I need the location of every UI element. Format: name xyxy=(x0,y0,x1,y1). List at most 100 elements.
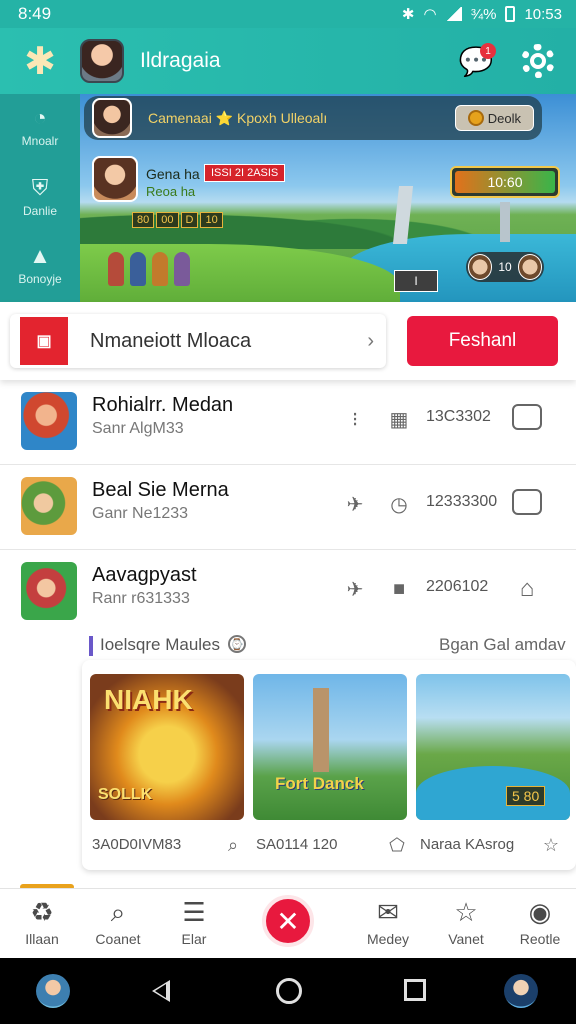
wifi-icon: ◠ xyxy=(423,6,437,23)
game-subtitle: Ranr r631333 xyxy=(92,590,190,607)
player-tag: ISSI 2I 2ASIS xyxy=(204,164,286,182)
game-title: Aavagpyast xyxy=(92,564,197,586)
nav-label: Illaan xyxy=(25,931,59,947)
nav-label: Elar xyxy=(181,931,207,947)
game-subtitle: Sanr AlgM33 xyxy=(92,420,184,437)
list-item[interactable]: Rohialrr. Medan Sanr AlgM33 ⁝ ▦ 13C3302 xyxy=(0,380,576,465)
rail-item-chat[interactable]: ◔ Mnoalr xyxy=(0,105,80,149)
tile-title: NIAHK xyxy=(104,684,193,715)
game-title: Beal Sie Merna xyxy=(92,479,229,501)
close-button[interactable]: ✕ xyxy=(262,895,314,947)
rocket-icon[interactable]: ✈ xyxy=(342,491,368,517)
status-clock: 10:53 xyxy=(524,5,562,23)
nav-label: Reotle xyxy=(519,931,561,947)
rocket-icon[interactable]: ✈ xyxy=(342,576,368,602)
hero-avatar xyxy=(468,254,493,280)
rail-label: Danlie xyxy=(22,204,58,218)
signal-icon xyxy=(445,7,462,21)
tower-art xyxy=(313,688,329,772)
recycle-icon: ♻ xyxy=(30,897,54,927)
unit-figure xyxy=(152,252,168,286)
search-box[interactable]: ▣ Nmaneiott Mloaca › xyxy=(10,314,386,368)
hero-count: 10 xyxy=(498,260,512,274)
nav-item-favorites[interactable]: ☆ Vanet xyxy=(426,897,506,947)
recent-apps-icon[interactable] xyxy=(404,979,426,1001)
timer-icon[interactable]: ◷ xyxy=(386,491,412,517)
banner-strip-button-label: Deolk xyxy=(487,110,521,126)
game-banner[interactable]: Camenaai ⭐ Kpoxh Ulleoalı Deolk Gena ha … xyxy=(80,94,576,302)
chevron-right-icon[interactable]: › xyxy=(367,330,374,353)
search-icon: ⌕ xyxy=(110,897,126,927)
rail-item-shield[interactable]: ⛨ Danlie xyxy=(0,176,80,219)
primary-action-button[interactable]: Feshanl xyxy=(407,316,558,366)
profile-icon: ◉ xyxy=(528,897,552,927)
game-number: 13C3302 xyxy=(426,408,491,425)
tile-label: SA0114 120 xyxy=(256,836,338,853)
rail-item-tent[interactable]: ▲ Bonoyje xyxy=(0,244,80,287)
stat-chip: 10 xyxy=(200,212,223,228)
app-shortcut-avatar[interactable] xyxy=(36,974,70,1008)
side-rail: ◔ Mnoalr ⛨ Danlie ▲ Bonoyje xyxy=(0,94,80,302)
player-avatar[interactable] xyxy=(92,156,138,202)
recommended-tile[interactable]: Fort Danck xyxy=(253,674,407,820)
home-button-icon[interactable] xyxy=(276,978,302,1004)
list-item[interactable]: Aavagpyast Ranr r631333 ✈ ■ 2206102 ⌂ xyxy=(0,550,576,635)
system-nav-bar xyxy=(0,958,576,1024)
hero-pair[interactable]: 10 xyxy=(466,252,544,282)
coin-icon xyxy=(467,110,484,126)
nav-item-menu[interactable]: ☰ Elar xyxy=(154,897,234,947)
square-icon[interactable]: ■ xyxy=(386,576,412,602)
app-logo-icon[interactable]: ✱ xyxy=(20,41,60,83)
bag-icon[interactable]: ▦ xyxy=(386,406,412,432)
nav-item-home[interactable]: ♻ Illaan xyxy=(2,897,82,947)
chat-icon: ◔ xyxy=(33,105,47,130)
see-all-link[interactable]: Bgan Gal amdav xyxy=(439,635,566,655)
nav-item-search[interactable]: ⌕ Coanet xyxy=(78,897,158,947)
bottom-nav: ♻ Illaan ⌕ Coanet ☰ Elar ✕ ✉ Medey ☆ Van… xyxy=(0,888,576,958)
star-icon[interactable]: ☆ xyxy=(540,834,562,856)
search-icon[interactable]: ⌕ xyxy=(222,834,244,856)
app-title: Ildragaia xyxy=(140,49,221,72)
tile-title: Fort Danck xyxy=(275,774,364,793)
unit-figure xyxy=(174,252,190,286)
stat-chip: 00 xyxy=(156,212,179,228)
banner-top-strip: Camenaai ⭐ Kpoxh Ulleoalı Deolk xyxy=(84,96,542,140)
chat-bubble-icon[interactable] xyxy=(512,404,542,430)
game-subtitle: Ganr Ne1233 xyxy=(92,505,189,522)
slot-chip[interactable]: I xyxy=(394,270,438,292)
settings-button[interactable] xyxy=(516,39,560,83)
recommended-title: Ioelsqre Maules xyxy=(100,635,221,654)
home-icon[interactable]: ⌂ xyxy=(514,575,540,602)
nav-label: Medey xyxy=(366,931,410,947)
info-icon[interactable]: ⌚ xyxy=(228,635,246,653)
banner-strip-text: Camenaai ⭐ Kpoxh Ulleoalı xyxy=(148,109,328,126)
stat-chip: D xyxy=(180,212,199,228)
message-icon[interactable] xyxy=(512,489,542,515)
status-time: 8:49 xyxy=(18,4,52,23)
gear-icon xyxy=(521,44,555,78)
app-bar: ✱ Ildragaia 💬 1 xyxy=(0,28,576,94)
recommended-tile[interactable]: NIAHK SOLLK xyxy=(90,674,244,820)
rail-label: Mnoalr xyxy=(21,134,59,148)
nav-item-inbox[interactable]: ✉ Medey xyxy=(348,897,428,947)
list-item[interactable]: Beal Sie Merna Ganr Ne1233 ✈ ◷ 12333300 xyxy=(0,465,576,550)
notification-button[interactable]: 💬 1 xyxy=(454,39,498,83)
recommended-tile[interactable]: 5 80 xyxy=(416,674,570,820)
grip-icon[interactable]: ⁝ xyxy=(342,406,368,432)
banner-strip-button[interactable]: Deolk xyxy=(454,105,534,131)
tag-icon[interactable]: ⬠ xyxy=(386,834,408,856)
game-number: 2206102 xyxy=(426,578,489,595)
nav-item-profile[interactable]: ◉ Reotle xyxy=(500,897,576,947)
nav-label: Coanet xyxy=(95,931,141,947)
avatar[interactable] xyxy=(80,39,124,83)
avatar[interactable] xyxy=(92,98,132,138)
tower-scenery xyxy=(500,202,510,242)
search-input[interactable]: Nmaneiott Mloaca xyxy=(90,330,367,353)
hero-avatar xyxy=(517,254,542,280)
game-thumbnail xyxy=(21,562,77,620)
player-name: Gena ha xyxy=(146,166,200,182)
menu-icon: ☰ xyxy=(182,897,206,927)
app-shortcut-avatar[interactable] xyxy=(504,974,538,1008)
back-icon[interactable] xyxy=(152,980,170,1002)
game-title: Rohialrr. Medan xyxy=(92,394,234,416)
